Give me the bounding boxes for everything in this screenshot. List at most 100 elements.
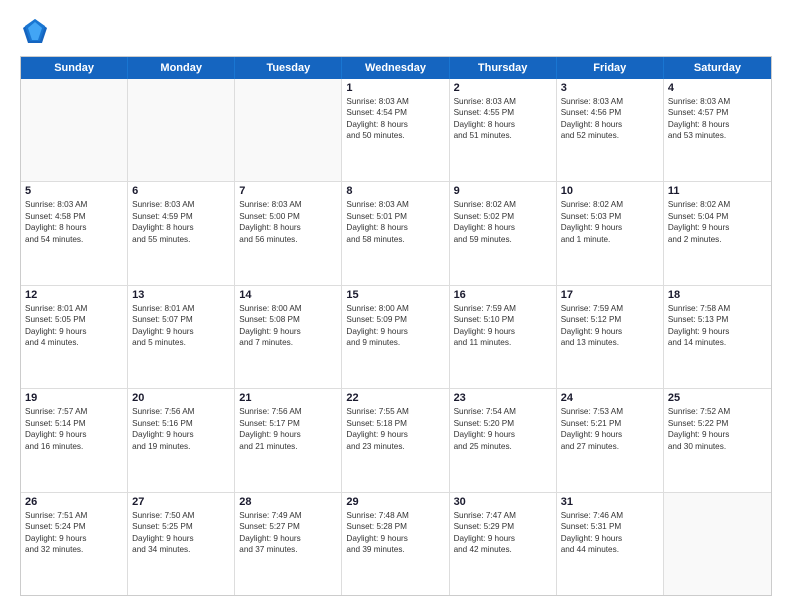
calendar-cell: 18 Sunrise: 7:58 AM Sunset: 5:13 PM Dayli… [664, 286, 771, 388]
day-info: Sunrise: 8:03 AM Sunset: 4:57 PM Dayligh… [668, 96, 767, 142]
day-number: 19 [25, 392, 123, 404]
calendar-week-4: 19 Sunrise: 7:57 AM Sunset: 5:14 PM Dayli… [21, 389, 771, 492]
calendar-cell [128, 79, 235, 181]
calendar-cell [664, 493, 771, 595]
calendar-week-2: 5Sunrise: 8:03 AM Sunset: 4:58 PM Daylig… [21, 182, 771, 285]
day-info: Sunrise: 7:48 AM Sunset: 5:28 PM Dayligh… [346, 510, 444, 556]
calendar-cell: 14Sunrise: 8:00 AM Sunset: 5:08 PM Dayli… [235, 286, 342, 388]
calendar-cell: 24 Sunrise: 7:53 AM Sunset: 5:21 PM Dayli… [557, 389, 664, 491]
calendar-cell: 2 Sunrise: 8:03 AM Sunset: 4:55 PM Daylig… [450, 79, 557, 181]
calendar-header-friday: Friday [557, 57, 664, 79]
calendar-cell: 9 Sunrise: 8:02 AM Sunset: 5:02 PM Daylig… [450, 182, 557, 284]
calendar-cell: 8 Sunrise: 8:03 AM Sunset: 5:01 PM Daylig… [342, 182, 449, 284]
day-info: Sunrise: 8:03 AM Sunset: 5:01 PM Dayligh… [346, 199, 444, 245]
day-number: 11 [668, 185, 767, 197]
day-number: 14 [239, 289, 337, 301]
header [20, 16, 772, 46]
calendar-cell: 1Sunrise: 8:03 AM Sunset: 4:54 PM Daylig… [342, 79, 449, 181]
day-info: Sunrise: 8:02 AM Sunset: 5:03 PM Dayligh… [561, 199, 659, 245]
day-number: 23 [454, 392, 552, 404]
day-number: 3 [561, 82, 659, 94]
day-info: Sunrise: 7:59 AM Sunset: 5:12 PM Dayligh… [561, 303, 659, 349]
day-info: Sunrise: 8:02 AM Sunset: 5:04 PM Dayligh… [668, 199, 767, 245]
day-number: 17 [561, 289, 659, 301]
day-info: Sunrise: 8:01 AM Sunset: 5:05 PM Dayligh… [25, 303, 123, 349]
calendar-cell [21, 79, 128, 181]
day-number: 18 [668, 289, 767, 301]
day-number: 24 [561, 392, 659, 404]
day-number: 20 [132, 392, 230, 404]
calendar-cell: 29 Sunrise: 7:48 AM Sunset: 5:28 PM Dayli… [342, 493, 449, 595]
day-number: 27 [132, 496, 230, 508]
calendar-cell: 6 Sunrise: 8:03 AM Sunset: 4:59 PM Daylig… [128, 182, 235, 284]
logo-icon [20, 16, 50, 46]
calendar-cell: 10Sunrise: 8:02 AM Sunset: 5:03 PM Dayli… [557, 182, 664, 284]
day-info: Sunrise: 7:52 AM Sunset: 5:22 PM Dayligh… [668, 406, 767, 452]
calendar-cell: 19 Sunrise: 7:57 AM Sunset: 5:14 PM Dayli… [21, 389, 128, 491]
day-info: Sunrise: 7:58 AM Sunset: 5:13 PM Dayligh… [668, 303, 767, 349]
day-info: Sunrise: 7:56 AM Sunset: 5:16 PM Dayligh… [132, 406, 230, 452]
calendar-cell: 15 Sunrise: 8:00 AM Sunset: 5:09 PM Dayli… [342, 286, 449, 388]
day-number: 30 [454, 496, 552, 508]
calendar-cell: 5Sunrise: 8:03 AM Sunset: 4:58 PM Daylig… [21, 182, 128, 284]
calendar-cell: 27 Sunrise: 7:50 AM Sunset: 5:25 PM Dayli… [128, 493, 235, 595]
calendar-header-tuesday: Tuesday [235, 57, 342, 79]
calendar-header-saturday: Saturday [664, 57, 771, 79]
calendar-cell: 12Sunrise: 8:01 AM Sunset: 5:05 PM Dayli… [21, 286, 128, 388]
calendar-cell: 7 Sunrise: 8:03 AM Sunset: 5:00 PM Daylig… [235, 182, 342, 284]
day-info: Sunrise: 7:53 AM Sunset: 5:21 PM Dayligh… [561, 406, 659, 452]
day-info: Sunrise: 7:50 AM Sunset: 5:25 PM Dayligh… [132, 510, 230, 556]
calendar-body: 1Sunrise: 8:03 AM Sunset: 4:54 PM Daylig… [21, 79, 771, 595]
calendar-week-5: 26Sunrise: 7:51 AM Sunset: 5:24 PM Dayli… [21, 493, 771, 595]
day-info: Sunrise: 8:02 AM Sunset: 5:02 PM Dayligh… [454, 199, 552, 245]
day-number: 31 [561, 496, 659, 508]
day-number: 29 [346, 496, 444, 508]
calendar-cell: 3 Sunrise: 8:03 AM Sunset: 4:56 PM Daylig… [557, 79, 664, 181]
calendar-header-sunday: Sunday [21, 57, 128, 79]
calendar-cell: 30Sunrise: 7:47 AM Sunset: 5:29 PM Dayli… [450, 493, 557, 595]
day-number: 9 [454, 185, 552, 197]
calendar-cell: 28 Sunrise: 7:49 AM Sunset: 5:27 PM Dayli… [235, 493, 342, 595]
day-number: 28 [239, 496, 337, 508]
day-number: 16 [454, 289, 552, 301]
calendar-cell: 26Sunrise: 7:51 AM Sunset: 5:24 PM Dayli… [21, 493, 128, 595]
day-info: Sunrise: 8:03 AM Sunset: 4:59 PM Dayligh… [132, 199, 230, 245]
calendar-cell: 16 Sunrise: 7:59 AM Sunset: 5:10 PM Dayli… [450, 286, 557, 388]
day-info: Sunrise: 7:55 AM Sunset: 5:18 PM Dayligh… [346, 406, 444, 452]
calendar-header-wednesday: Wednesday [342, 57, 449, 79]
day-number: 2 [454, 82, 552, 94]
day-number: 25 [668, 392, 767, 404]
day-info: Sunrise: 8:03 AM Sunset: 5:00 PM Dayligh… [239, 199, 337, 245]
calendar-cell: 20 Sunrise: 7:56 AM Sunset: 5:16 PM Dayli… [128, 389, 235, 491]
day-number: 7 [239, 185, 337, 197]
calendar-cell: 13Sunrise: 8:01 AM Sunset: 5:07 PM Dayli… [128, 286, 235, 388]
day-info: Sunrise: 7:56 AM Sunset: 5:17 PM Dayligh… [239, 406, 337, 452]
calendar-week-1: 1Sunrise: 8:03 AM Sunset: 4:54 PM Daylig… [21, 79, 771, 182]
day-number: 4 [668, 82, 767, 94]
day-info: Sunrise: 7:57 AM Sunset: 5:14 PM Dayligh… [25, 406, 123, 452]
page: SundayMondayTuesdayWednesdayThursdayFrid… [0, 0, 792, 612]
calendar-cell: 25 Sunrise: 7:52 AM Sunset: 5:22 PM Dayli… [664, 389, 771, 491]
day-number: 22 [346, 392, 444, 404]
calendar-week-3: 12Sunrise: 8:01 AM Sunset: 5:05 PM Dayli… [21, 286, 771, 389]
calendar-cell: 21 Sunrise: 7:56 AM Sunset: 5:17 PM Dayli… [235, 389, 342, 491]
calendar-cell: 4 Sunrise: 8:03 AM Sunset: 4:57 PM Daylig… [664, 79, 771, 181]
calendar-header-thursday: Thursday [450, 57, 557, 79]
calendar-header-monday: Monday [128, 57, 235, 79]
day-number: 15 [346, 289, 444, 301]
day-info: Sunrise: 8:03 AM Sunset: 4:56 PM Dayligh… [561, 96, 659, 142]
day-info: Sunrise: 7:49 AM Sunset: 5:27 PM Dayligh… [239, 510, 337, 556]
day-number: 8 [346, 185, 444, 197]
day-info: Sunrise: 7:59 AM Sunset: 5:10 PM Dayligh… [454, 303, 552, 349]
calendar-cell: 31Sunrise: 7:46 AM Sunset: 5:31 PM Dayli… [557, 493, 664, 595]
calendar: SundayMondayTuesdayWednesdayThursdayFrid… [20, 56, 772, 596]
day-info: Sunrise: 8:01 AM Sunset: 5:07 PM Dayligh… [132, 303, 230, 349]
calendar-cell: 23Sunrise: 7:54 AM Sunset: 5:20 PM Dayli… [450, 389, 557, 491]
day-info: Sunrise: 8:03 AM Sunset: 4:55 PM Dayligh… [454, 96, 552, 142]
calendar-cell: 22 Sunrise: 7:55 AM Sunset: 5:18 PM Dayli… [342, 389, 449, 491]
day-number: 21 [239, 392, 337, 404]
calendar-cell [235, 79, 342, 181]
day-number: 6 [132, 185, 230, 197]
day-info: Sunrise: 8:00 AM Sunset: 5:09 PM Dayligh… [346, 303, 444, 349]
day-info: Sunrise: 8:03 AM Sunset: 4:54 PM Dayligh… [346, 96, 444, 142]
